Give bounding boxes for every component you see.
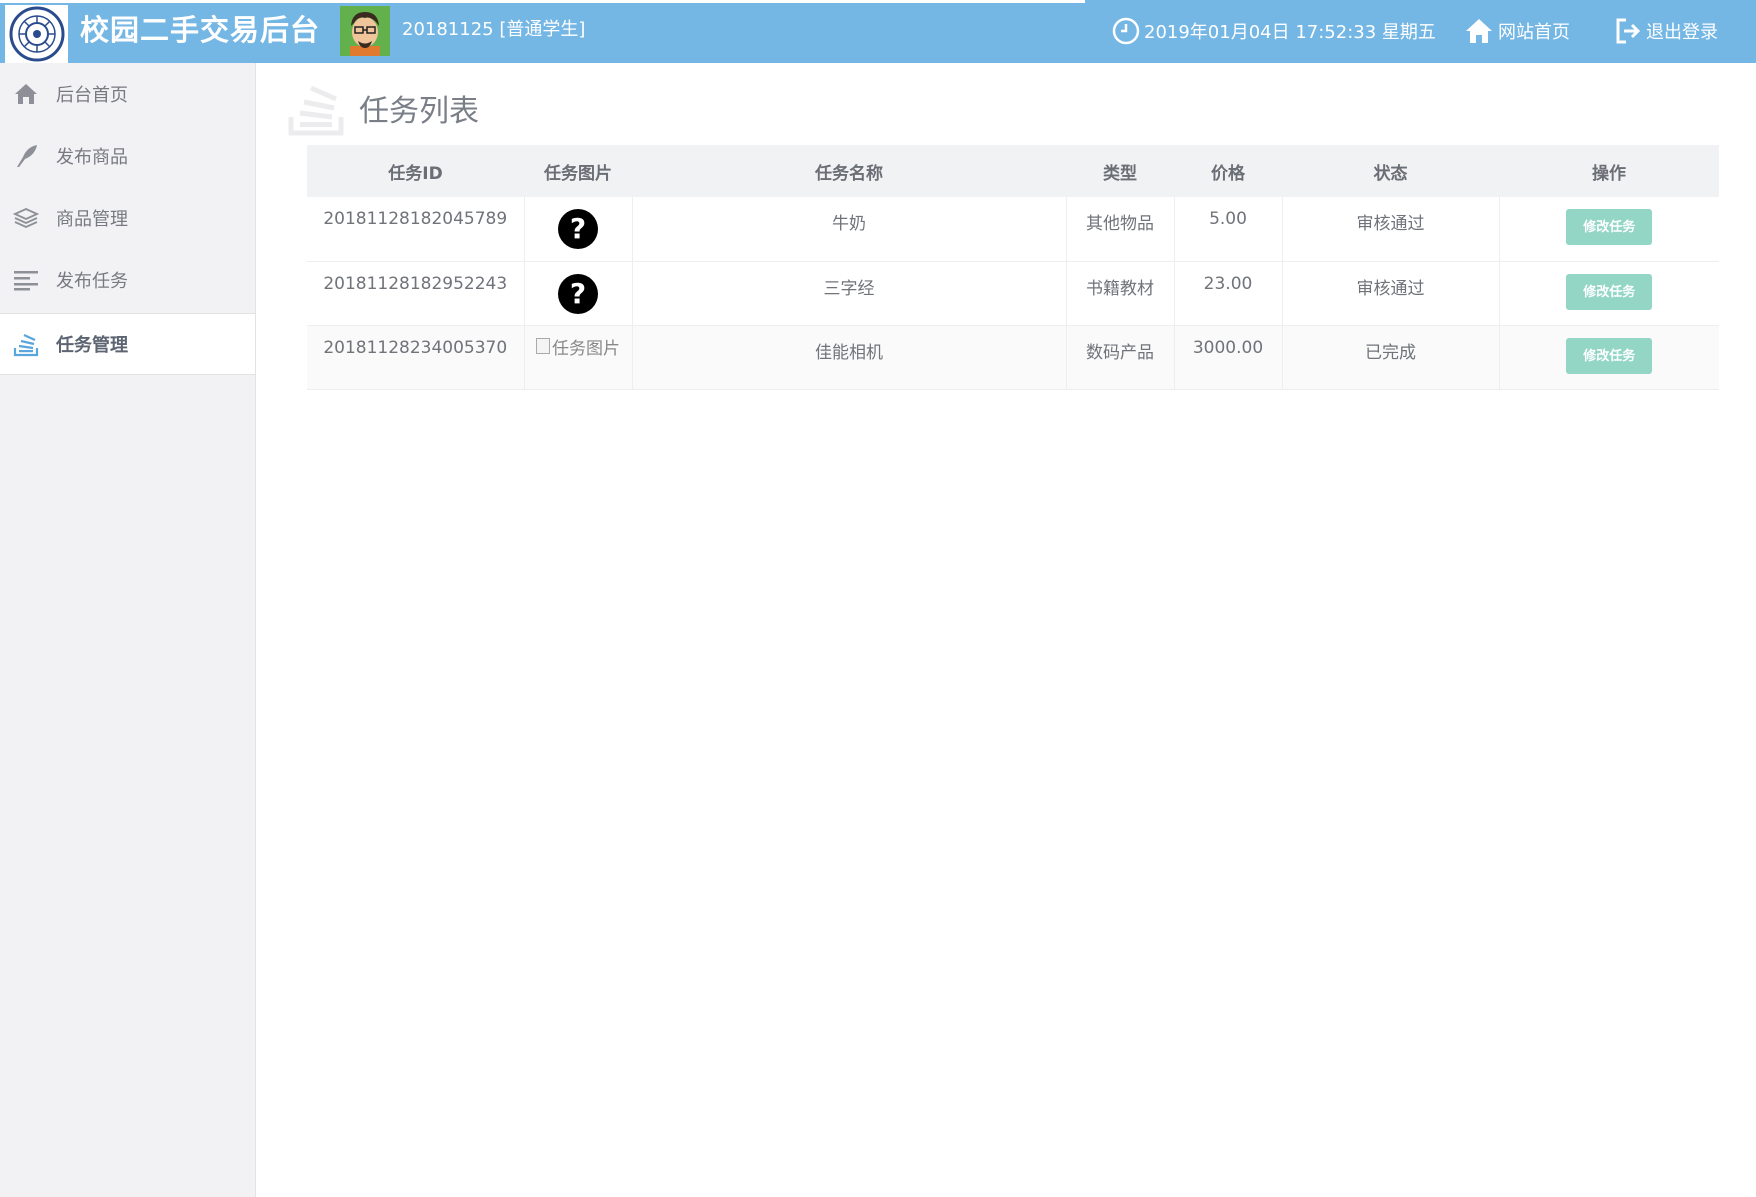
column-header-id: 任务ID (307, 145, 524, 197)
task-type: 书籍教材 (1065, 261, 1174, 325)
task-id: 20181128182952243 (323, 273, 508, 294)
stack-icon (12, 330, 40, 358)
table-header-row: 任务ID 任务图片 任务名称 类型 价格 状态 操作 (307, 145, 1719, 197)
task-status: 审核通过 (1281, 197, 1499, 261)
sidebar: 后台首页 发布商品 商品管理 发布任务 任务管理 (0, 63, 256, 1197)
stack-icon (288, 85, 344, 136)
top-header: 校园二手交易后台 20181125 [普通学生] 2019年01月04日 17:… (0, 0, 1756, 63)
logout-icon (1616, 18, 1641, 44)
broken-image: 任务图片 (536, 334, 620, 359)
task-id: 20181128234005370 (307, 325, 524, 389)
avatar (340, 6, 390, 56)
align-left-icon (12, 266, 40, 294)
image-alt-text: 任务图片 (552, 338, 620, 359)
task-price: 3000.00 (1173, 325, 1282, 389)
app-title: 校园二手交易后台 (80, 13, 321, 47)
site-home-link[interactable]: 网站首页 (1464, 14, 1570, 48)
site-home-label: 网站首页 (1498, 22, 1570, 43)
column-header-image: 任务图片 (524, 145, 632, 197)
sidebar-item-label: 任务管理 (56, 335, 128, 356)
page-title: 任务列表 (359, 94, 479, 129)
task-name: 三字经 (631, 261, 1066, 325)
task-name: 佳能相机 (631, 325, 1066, 389)
broken-image-icon (536, 338, 550, 354)
task-table: 任务ID 任务图片 任务名称 类型 价格 状态 操作 2018112818204… (307, 145, 1719, 390)
sidebar-item-label: 商品管理 (56, 209, 128, 230)
sidebar-item-label: 发布任务 (56, 271, 128, 292)
task-name: 牛奶 (631, 197, 1066, 261)
task-price: 5.00 (1173, 197, 1282, 261)
logout-link[interactable]: 退出登录 (1614, 14, 1718, 48)
task-id: 20181128182045789 (323, 209, 508, 229)
table-row: 20181128182952243 ? 三字经 书籍教材 23.00 审核通过 … (307, 261, 1719, 325)
user-info: 20181125 [普通学生] (402, 19, 586, 40)
sidebar-item-goods-management[interactable]: 商品管理 (0, 187, 255, 249)
task-action: 修改任务 (1498, 197, 1719, 261)
task-type: 其他物品 (1065, 197, 1174, 261)
sidebar-item-label: 发布商品 (56, 147, 128, 168)
feather-icon (12, 142, 40, 170)
clock-icon (1112, 17, 1140, 45)
column-header-name: 任务名称 (632, 145, 1066, 197)
question-icon: ? (558, 273, 598, 314)
sidebar-item-publish-task[interactable]: 发布任务 (0, 249, 255, 311)
column-header-type: 类型 (1066, 145, 1174, 197)
task-status: 审核通过 (1281, 261, 1499, 325)
column-header-action: 操作 (1499, 145, 1719, 197)
task-image: ? (523, 261, 632, 325)
edit-task-button[interactable]: 修改任务 (1566, 209, 1653, 245)
datetime-text: 2019年01月04日 17:52:33 星期五 (1144, 22, 1436, 43)
university-logo (5, 5, 68, 63)
header-top-line (0, 0, 1085, 3)
sidebar-item-publish-goods[interactable]: 发布商品 (0, 125, 255, 187)
task-image: 任务图片 (523, 325, 632, 389)
datetime-display: 2019年01月04日 17:52:33 星期五 (1112, 14, 1436, 48)
column-header-price: 价格 (1174, 145, 1282, 197)
table-row: 20181128234005370 任务图片 佳能相机 数码产品 3000.00… (307, 325, 1719, 389)
task-status: 已完成 (1281, 325, 1499, 389)
sidebar-item-dashboard[interactable]: 后台首页 (0, 63, 255, 125)
task-action: 修改任务 (1498, 261, 1719, 325)
task-type: 数码产品 (1065, 325, 1174, 389)
layers-icon (12, 204, 40, 232)
home-icon (12, 80, 40, 108)
sidebar-item-label: 后台首页 (56, 85, 128, 106)
home-icon (1466, 19, 1492, 43)
column-header-status: 状态 (1282, 145, 1499, 197)
question-icon: ? (558, 209, 598, 249)
edit-task-button[interactable]: 修改任务 (1566, 337, 1653, 374)
table-row: 20181128182045789 ? 牛奶 其他物品 5.00 审核通过 修改… (307, 197, 1719, 261)
logout-label: 退出登录 (1646, 22, 1718, 43)
task-action: 修改任务 (1498, 325, 1719, 389)
page-header: 任务列表 (287, 75, 479, 141)
main-content: 任务列表 任务ID 任务图片 任务名称 类型 价格 状态 操作 20181128… (257, 63, 1756, 1197)
sidebar-item-task-management[interactable]: 任务管理 (0, 313, 255, 375)
task-price: 23.00 (1173, 261, 1282, 325)
task-image: ? (523, 197, 632, 261)
edit-task-button[interactable]: 修改任务 (1566, 273, 1653, 310)
